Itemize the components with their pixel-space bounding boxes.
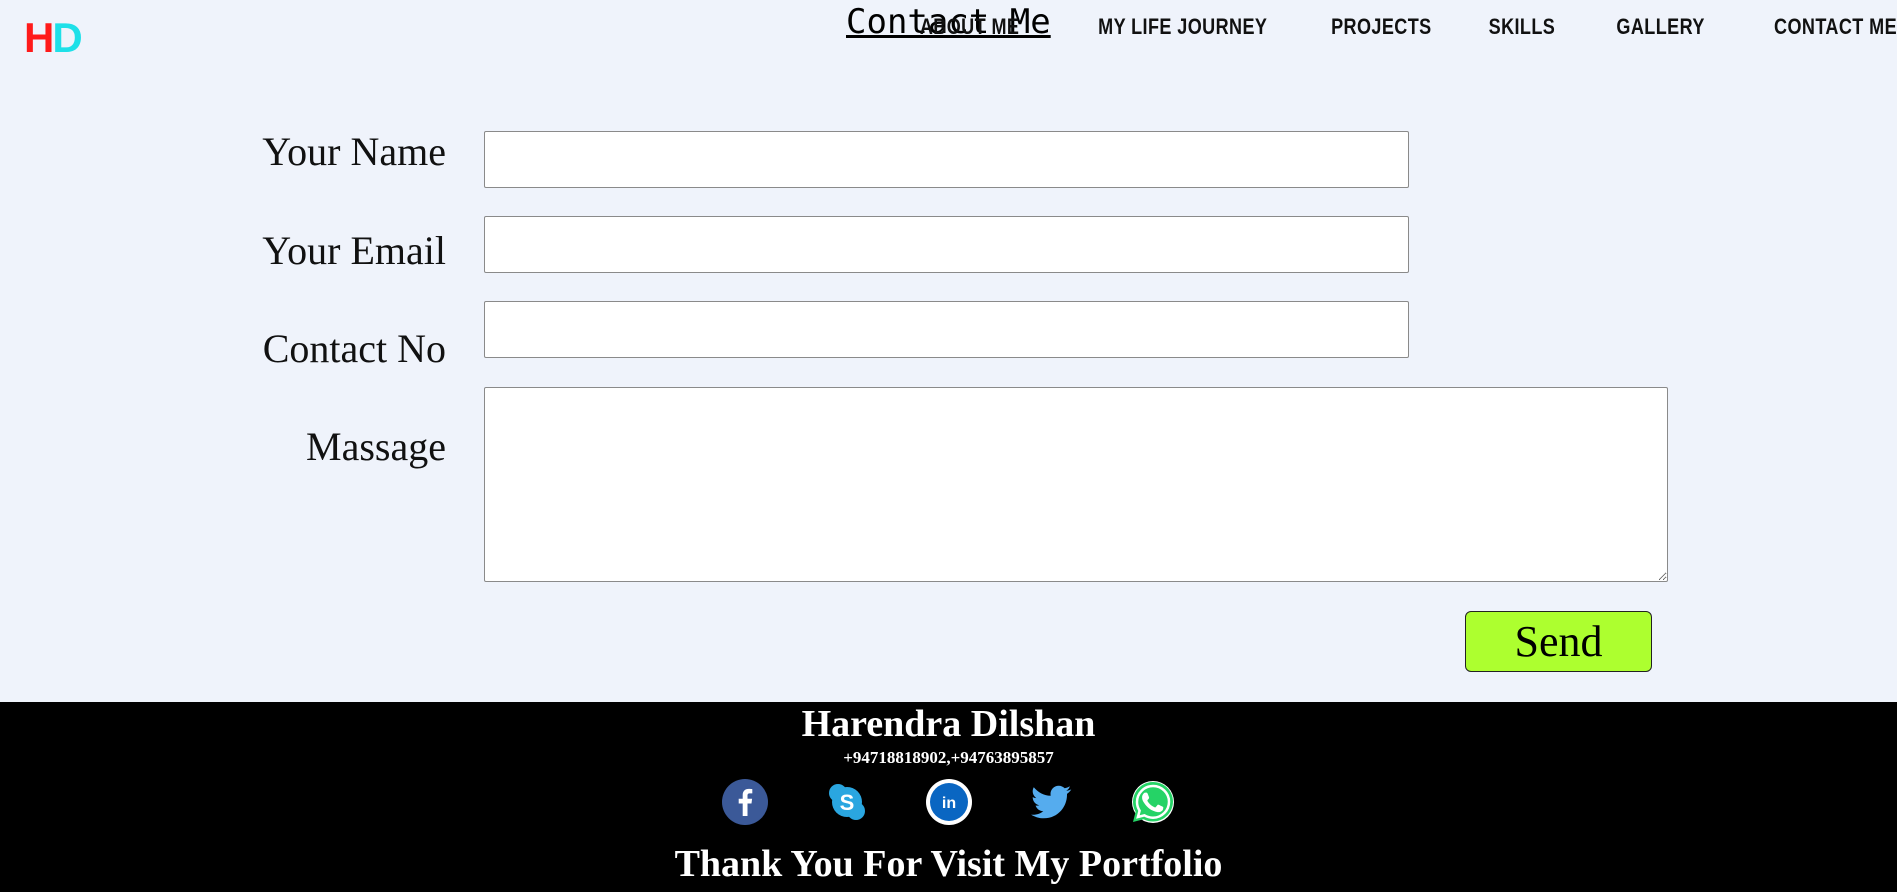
footer: Harendra Dilshan +94718818902,+947638958… [0,702,1897,892]
nav-my-life-journey[interactable]: MY LIFE JOURNEY [1098,14,1267,40]
svg-text:in: in [941,795,955,812]
twitter-icon[interactable] [1027,778,1075,826]
send-button[interactable]: Send [1465,611,1652,672]
nav-contact-me[interactable]: CONTACT ME [1774,14,1897,40]
skype-icon[interactable]: S [823,778,871,826]
message-textarea[interactable] [484,387,1668,582]
nav-projects[interactable]: PROJECTS [1331,14,1432,40]
linkedin-icon[interactable]: in [925,778,973,826]
email-label: Your Email [262,228,446,273]
contact-no-input[interactable] [484,301,1409,358]
logo[interactable]: HD [24,14,83,62]
name-label: Your Name [262,129,446,174]
message-label: Massage [306,424,446,469]
svg-text:S: S [839,790,854,815]
facebook-icon[interactable] [721,778,769,826]
main-nav: ABOUT ME MY LIFE JOURNEY PROJECTS SKILLS… [856,14,1897,40]
nav-about-me[interactable]: ABOUT ME [919,14,1018,40]
logo-letter-d: D [52,14,82,61]
footer-name: Harendra Dilshan [801,703,1096,745]
nav-skills[interactable]: SKILLS [1489,14,1556,40]
footer-phone: +94718818902,+94763895857 [843,748,1054,767]
whatsapp-icon[interactable] [1129,778,1177,826]
social-links: S in [0,778,1897,826]
name-input[interactable] [484,131,1409,188]
contact-no-label: Contact No [262,326,446,371]
logo-letter-h: H [24,14,54,61]
email-input[interactable] [484,216,1409,273]
nav-gallery[interactable]: GALLERY [1617,14,1705,40]
footer-thanks: Thank You For Visit My Portfolio [674,843,1223,885]
